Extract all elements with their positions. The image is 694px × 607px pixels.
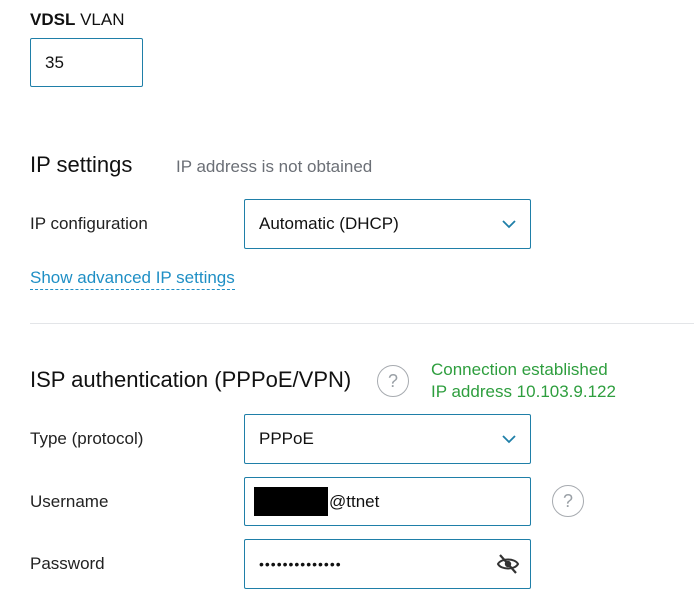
type-protocol-label: Type (protocol)	[30, 429, 144, 448]
password-label: Password	[30, 554, 105, 573]
ip-configuration-label: IP configuration	[30, 214, 148, 233]
type-protocol-value: PPPoE	[259, 429, 314, 448]
password-input[interactable]: ••••••••••••••	[244, 539, 531, 589]
vlan-input[interactable]: 35	[30, 38, 143, 87]
vlan-label-rest: VLAN	[75, 10, 125, 29]
ip-settings-title: IP settings	[30, 152, 133, 177]
username-suffix: @ttnet	[329, 491, 380, 511]
username-input[interactable]: @ttnet	[244, 477, 531, 526]
vlan-input-value: 35	[45, 52, 64, 72]
username-label: Username	[30, 492, 109, 511]
vlan-label: VDSL VLAN	[30, 10, 124, 30]
password-masked-value: ••••••••••••••	[259, 556, 342, 572]
isp-auth-title: ISP authentication (PPPoE/VPN)	[30, 367, 352, 392]
ip-configuration-select[interactable]: Automatic (DHCP)	[244, 199, 531, 249]
username-help-icon[interactable]: ?	[552, 485, 584, 517]
connection-status-line1: Connection established	[431, 360, 608, 379]
connection-status: Connection established IP address 10.103…	[431, 359, 616, 403]
section-divider	[30, 323, 694, 324]
chevron-down-icon	[502, 435, 516, 444]
show-advanced-ip-settings-link[interactable]: Show advanced IP settings	[30, 268, 235, 290]
type-protocol-select[interactable]: PPPoE	[244, 414, 531, 464]
vlan-label-bold: VDSL	[30, 10, 76, 29]
connection-ip-address: IP address 10.103.9.122	[431, 382, 616, 401]
ip-configuration-value: Automatic (DHCP)	[259, 214, 399, 233]
eye-slash-icon[interactable]	[496, 553, 520, 575]
chevron-down-icon	[502, 220, 516, 229]
redacted-block	[254, 487, 328, 516]
ip-status-text: IP address is not obtained	[176, 157, 373, 176]
isp-auth-help-icon[interactable]: ?	[377, 365, 409, 397]
